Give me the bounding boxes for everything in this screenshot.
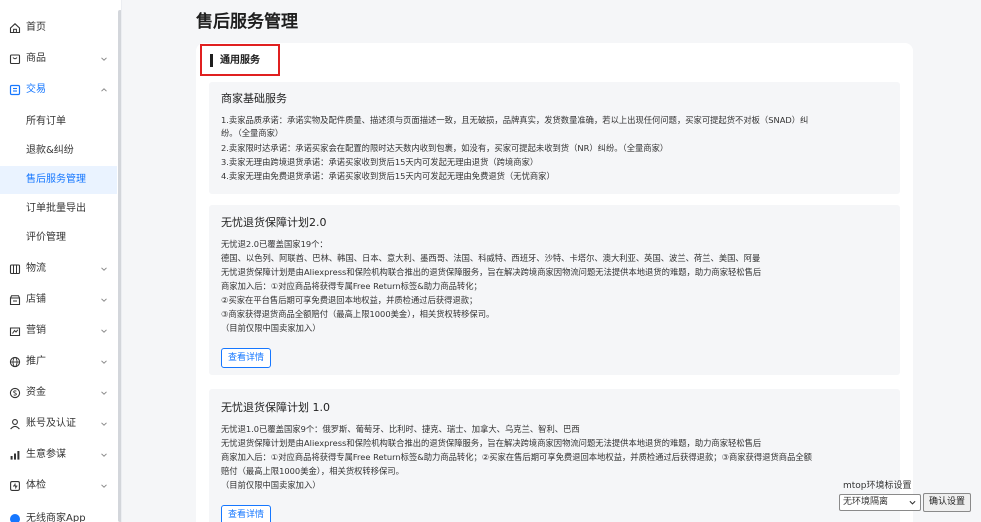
panel-line: ③商家获得退货商品全额赔付（最高上限1000美金），相关货权转移保司。 bbox=[221, 309, 495, 319]
chevron-down-icon bbox=[101, 360, 107, 364]
sidebar-item-label: 首页 bbox=[26, 22, 46, 33]
sidebar-item-label: 营销 bbox=[26, 325, 46, 336]
chevron-down-icon bbox=[101, 267, 107, 271]
env-select-value: 无环境隔离 bbox=[843, 497, 889, 507]
sidebar-subitem-all-orders[interactable]: 所有订单 bbox=[0, 108, 117, 136]
chevron-down-icon bbox=[101, 453, 107, 457]
panel-line: 3.卖家无理由跨境退货承诺：承诺买家收到货后15天内可发起无理由退货（跨境商家） bbox=[221, 157, 539, 167]
sidebar-item-trade[interactable]: 交易 bbox=[0, 75, 121, 105]
env-setting-label: mtop环境标设置 bbox=[843, 481, 912, 491]
sidebar-subitem-label: 售后服务管理 bbox=[26, 174, 86, 185]
sidebar-item-store[interactable]: 店铺 bbox=[0, 285, 121, 315]
home-icon bbox=[8, 21, 21, 34]
sidebar-item-label: 店铺 bbox=[26, 294, 46, 305]
sidebar-item-label: 体检 bbox=[26, 480, 46, 491]
marketing-icon bbox=[8, 324, 21, 337]
chevron-up-icon bbox=[101, 88, 107, 92]
panel-title: 商家基础服务 bbox=[221, 92, 287, 105]
app-icon bbox=[8, 512, 21, 522]
panel-line: 无忧退1.0已覆盖国家9个：俄罗斯、葡萄牙、比利时、捷克、瑞士、加拿大、乌克兰、… bbox=[221, 424, 580, 434]
panel-line: 无忧退2.0已覆盖国家19个： bbox=[221, 239, 328, 249]
panel-line: 无忧退货保障计划是由Aliexpress和保险机构联合推出的退货保障服务，旨在解… bbox=[221, 438, 762, 448]
analytics-icon bbox=[8, 448, 21, 461]
chevron-down-icon bbox=[101, 329, 107, 333]
chevron-down-icon bbox=[101, 484, 107, 488]
store-icon bbox=[8, 293, 21, 306]
sidebar-item-label: 商品 bbox=[26, 53, 46, 64]
sidebar-item-promotion[interactable]: 推广 bbox=[0, 347, 121, 377]
sidebar-subitem-label: 退款&纠纷 bbox=[26, 145, 74, 156]
sidebar-item-product[interactable]: 商品 bbox=[0, 44, 121, 74]
sidebar-subitem-label: 所有订单 bbox=[26, 116, 66, 127]
sidebar-item-label: 无线商家App bbox=[26, 513, 86, 522]
sidebar-subitem-reviews[interactable]: 评价管理 bbox=[0, 224, 117, 252]
panel-title: 无忧退货保障计划2.0 bbox=[221, 216, 327, 229]
panel-line: 商家加入后：①对应商品将获得专属Free Return标签&助力商品转化；②买家… bbox=[221, 452, 812, 462]
sidebar-subitem-refund-dispute[interactable]: 退款&纠纷 bbox=[0, 137, 117, 165]
panel-worry-free-return-1: 无忧退货保障计划 1.0 无忧退1.0已覆盖国家9个：俄罗斯、葡萄牙、比利时、捷… bbox=[209, 389, 900, 522]
section-label: 通用服务 bbox=[220, 55, 260, 66]
view-details-button[interactable]: 查看详情 bbox=[221, 505, 271, 522]
panel-line: 4.卖家无理由免费退货承诺：承诺买家收到货后15天内可发起无理由免费退货（无忧商… bbox=[221, 171, 555, 181]
sidebar-item-label: 物流 bbox=[26, 263, 46, 274]
funds-icon bbox=[8, 386, 21, 399]
panel-line: 1.卖家品质承诺：承诺实物及配件质量、描述须与页面描述一致，且无破损，品牌真实，… bbox=[221, 115, 809, 125]
sidebar-scrollbar[interactable] bbox=[118, 10, 121, 522]
sidebar-item-label: 推广 bbox=[26, 356, 46, 367]
sidebar: 首页 商品 交易 所有订单 退款&纠纷 售后服务管理 订单批量导出 评价管理 物… bbox=[0, 0, 122, 522]
env-select[interactable]: 无环境隔离 bbox=[839, 494, 921, 511]
page-title: 售后服务管理 bbox=[196, 12, 298, 32]
promotion-icon bbox=[8, 355, 21, 368]
panel-worry-free-return-2: 无忧退货保障计划2.0 无忧退2.0已覆盖国家19个： 德国、以色列、阿联酋、巴… bbox=[209, 205, 900, 375]
account-icon bbox=[8, 417, 21, 430]
chevron-down-icon bbox=[101, 422, 107, 426]
sidebar-item-account[interactable]: 账号及认证 bbox=[0, 409, 121, 439]
panel-line: 2.卖家限时达承诺：承诺买家会在配置的限时达天数内收到包裹，如没有，买家可提起未… bbox=[221, 143, 669, 153]
sidebar-item-home[interactable]: 首页 bbox=[0, 13, 121, 43]
panel-line: ②买家在平台售后期可享免费退回本地权益，并质检通过后获得退款； bbox=[221, 295, 478, 305]
panel-line: 无忧退货保障计划是由Aliexpress和保险机构联合推出的退货保障服务，旨在解… bbox=[221, 267, 762, 277]
sidebar-subitem-label: 评价管理 bbox=[26, 232, 66, 243]
sidebar-item-logistics[interactable]: 物流 bbox=[0, 254, 121, 284]
panel-line: （目前仅限中国卖家加入） bbox=[221, 480, 321, 490]
sidebar-item-label: 生意参谋 bbox=[26, 449, 66, 460]
confirm-env-button[interactable]: 确认设置 bbox=[923, 493, 971, 512]
sidebar-subitem-order-export[interactable]: 订单批量导出 bbox=[0, 195, 117, 223]
sidebar-item-marketing[interactable]: 营销 bbox=[0, 316, 121, 346]
chevron-down-icon bbox=[101, 391, 107, 395]
panel-basic-services: 商家基础服务 1.卖家品质承诺：承诺实物及配件质量、描述须与页面描述一致，且无破… bbox=[209, 82, 900, 194]
sidebar-item-label: 账号及认证 bbox=[26, 418, 76, 429]
view-details-button[interactable]: 查看详情 bbox=[221, 348, 271, 368]
chevron-down-icon bbox=[101, 57, 107, 61]
sidebar-item-label: 资金 bbox=[26, 387, 46, 398]
sidebar-item-analytics[interactable]: 生意参谋 bbox=[0, 440, 121, 470]
chevron-down-icon bbox=[909, 500, 916, 505]
logistics-icon bbox=[8, 262, 21, 275]
product-icon bbox=[8, 52, 21, 65]
panel-line: 赔付（最高上限1000美金），相关货权转移保司。 bbox=[221, 466, 404, 476]
checkup-icon bbox=[8, 479, 21, 492]
sidebar-item-funds[interactable]: 资金 bbox=[0, 378, 121, 408]
sidebar-item-label: 交易 bbox=[26, 84, 46, 95]
sidebar-item-mobile-app[interactable]: 无线商家App bbox=[0, 504, 121, 522]
trade-icon bbox=[8, 83, 21, 96]
sidebar-subitem-label: 订单批量导出 bbox=[26, 203, 86, 214]
panel-line: （目前仅限中国卖家加入） bbox=[221, 323, 321, 333]
panel-line: 纷。（全量商家） bbox=[221, 128, 284, 138]
panel-line: 商家加入后：①对应商品将获得专属Free Return标签&助力商品转化； bbox=[221, 281, 482, 291]
sidebar-subitem-after-sales[interactable]: 售后服务管理 bbox=[0, 166, 117, 194]
panel-line: 德国、以色列、阿联酋、巴林、韩国、日本、意大利、墨西哥、法国、科威特、西班牙、沙… bbox=[221, 253, 761, 263]
section-header-general-services: 通用服务 bbox=[200, 44, 280, 76]
sidebar-item-checkup[interactable]: 体检 bbox=[0, 471, 121, 501]
panel-title: 无忧退货保障计划 1.0 bbox=[221, 401, 330, 414]
section-accent-bar bbox=[210, 54, 213, 67]
app-root: 首页 商品 交易 所有订单 退款&纠纷 售后服务管理 订单批量导出 评价管理 物… bbox=[0, 0, 981, 522]
chevron-down-icon bbox=[101, 298, 107, 302]
